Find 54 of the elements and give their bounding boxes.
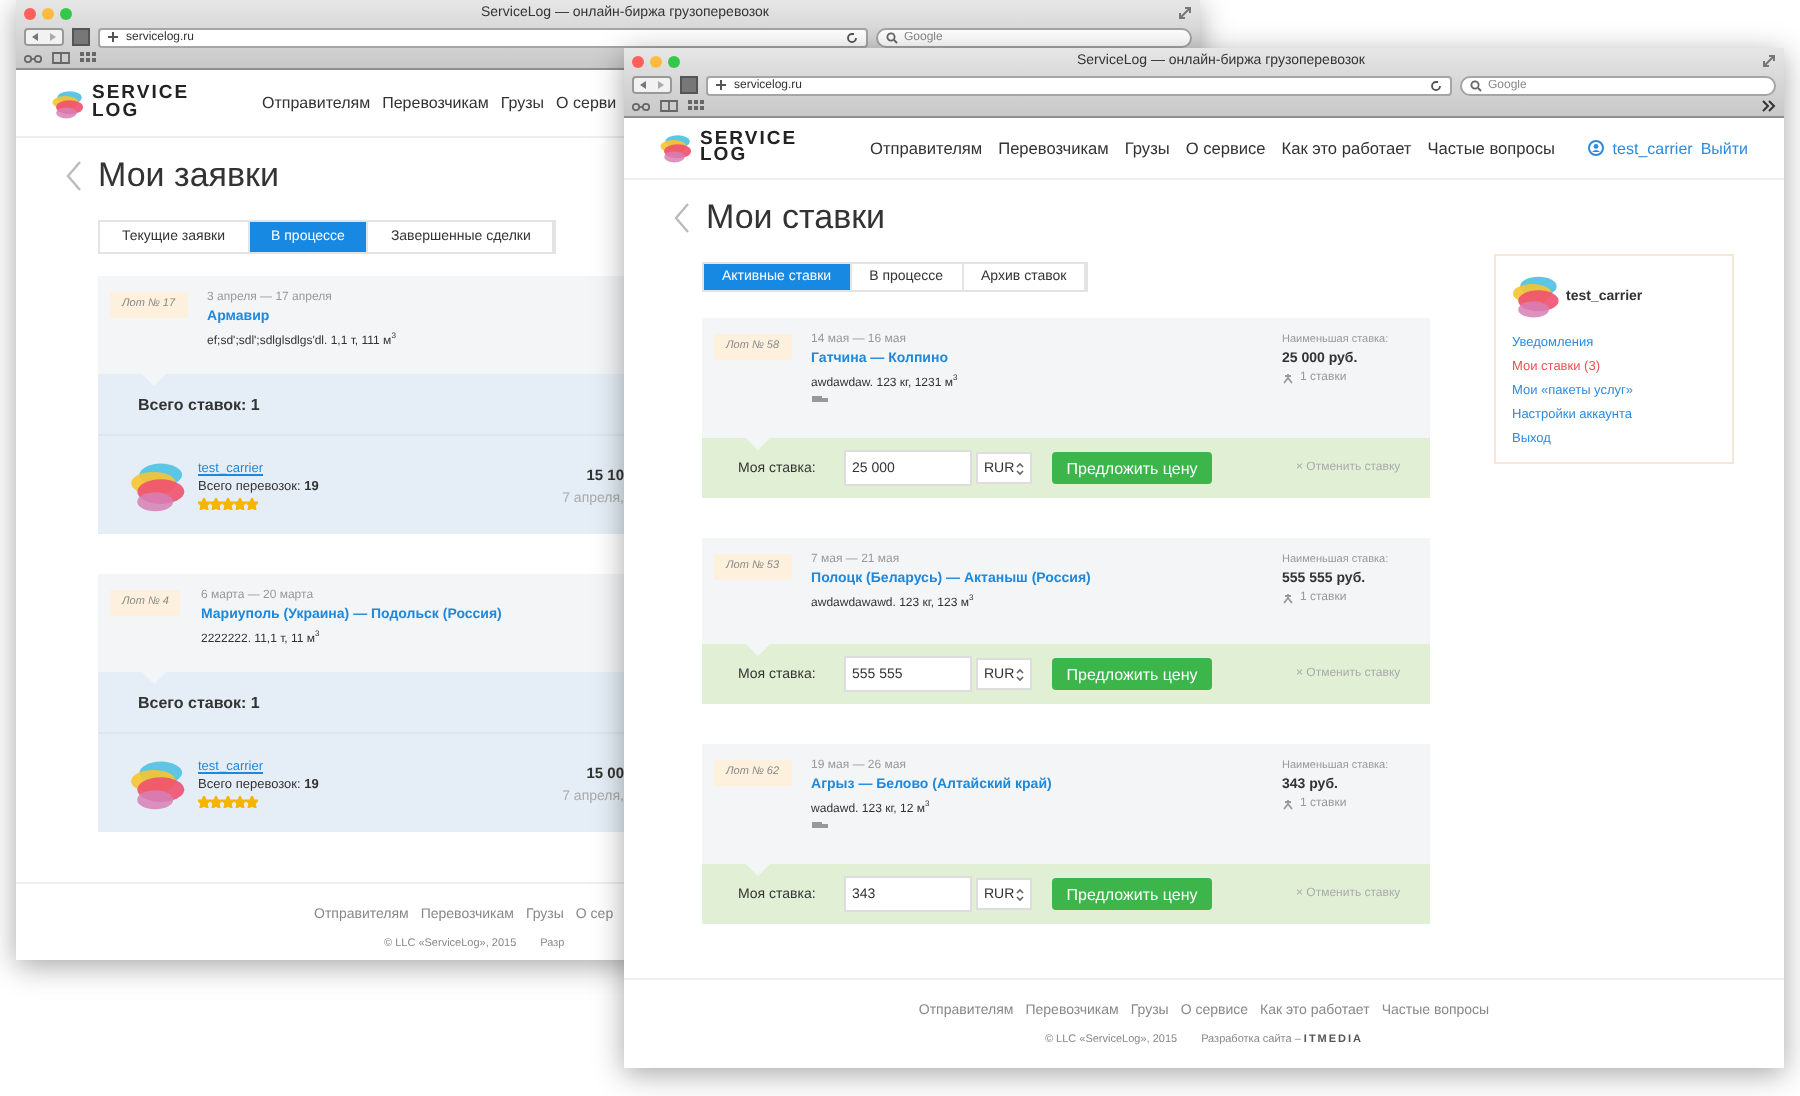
chevrons-icon[interactable] bbox=[1762, 100, 1776, 112]
page-title: Мои ставки bbox=[706, 197, 886, 237]
logo-text: SERVICE bbox=[700, 131, 798, 148]
search-icon bbox=[886, 31, 900, 43]
plus-icon bbox=[108, 32, 118, 42]
bids-total: Всего ставок: 1 bbox=[98, 374, 624, 436]
fullscreen-icon[interactable] bbox=[1762, 54, 1776, 68]
offer-button[interactable]: Предложить цену bbox=[1052, 452, 1212, 484]
glasses-icon[interactable] bbox=[24, 53, 42, 63]
user-icon bbox=[1588, 140, 1605, 156]
fullscreen-icon[interactable] bbox=[1178, 6, 1192, 20]
bids-total: Всего ставок: 1 bbox=[98, 672, 624, 734]
reload-icon[interactable] bbox=[1430, 79, 1442, 91]
book-icon[interactable] bbox=[660, 100, 678, 112]
nav-link[interactable]: Грузы bbox=[1124, 138, 1170, 158]
page-title: Мои заявки bbox=[98, 156, 279, 196]
offer-button[interactable]: Предложить цену bbox=[1052, 878, 1212, 910]
back-chevron-icon[interactable] bbox=[66, 160, 82, 192]
updown-icon bbox=[1016, 461, 1024, 475]
close-button[interactable] bbox=[632, 55, 644, 67]
truck-icon bbox=[811, 822, 828, 830]
reload-icon[interactable] bbox=[846, 31, 858, 43]
bidder-icon bbox=[1282, 798, 1294, 810]
plus-icon bbox=[716, 80, 726, 90]
logo-text: SERVICE bbox=[92, 86, 190, 103]
updown-icon bbox=[1016, 887, 1024, 901]
nav-link[interactable]: Перевозчикам bbox=[998, 138, 1109, 158]
nav-link[interactable]: Частые вопросы bbox=[1427, 138, 1555, 158]
nav-link[interactable]: О сервисе bbox=[1185, 138, 1266, 158]
nav-link[interactable]: Перевозчикам bbox=[382, 94, 489, 112]
search-icon bbox=[1470, 79, 1484, 91]
logo-text: LOG bbox=[92, 103, 142, 120]
glasses-icon[interactable] bbox=[632, 101, 650, 111]
bidder-icon bbox=[1282, 372, 1294, 384]
nav-link[interactable]: Отправителям bbox=[262, 94, 371, 112]
nav-link[interactable]: Отправителям bbox=[870, 138, 983, 158]
nav-link[interactable]: Как это работает bbox=[1281, 138, 1412, 158]
grid-icon[interactable] bbox=[80, 52, 96, 64]
grid-icon[interactable] bbox=[688, 100, 704, 112]
logo-text: LOG bbox=[700, 148, 748, 165]
truck-icon bbox=[811, 396, 828, 404]
user-link[interactable]: test_carrier bbox=[1612, 139, 1693, 157]
logout-link[interactable]: Выйти bbox=[1700, 139, 1748, 157]
logo-icon bbox=[52, 87, 84, 119]
updown-icon bbox=[1016, 667, 1024, 681]
nav-link[interactable]: О серви bbox=[556, 94, 617, 112]
logo-icon bbox=[660, 132, 692, 164]
close-button[interactable] bbox=[24, 7, 36, 19]
back-chevron-icon[interactable] bbox=[674, 201, 690, 233]
avatar-icon bbox=[1512, 272, 1560, 320]
bidder-icon bbox=[1282, 592, 1294, 604]
nav-link[interactable]: Грузы bbox=[500, 94, 545, 112]
book-icon[interactable] bbox=[52, 52, 70, 64]
offer-button[interactable]: Предложить цену bbox=[1052, 658, 1212, 690]
